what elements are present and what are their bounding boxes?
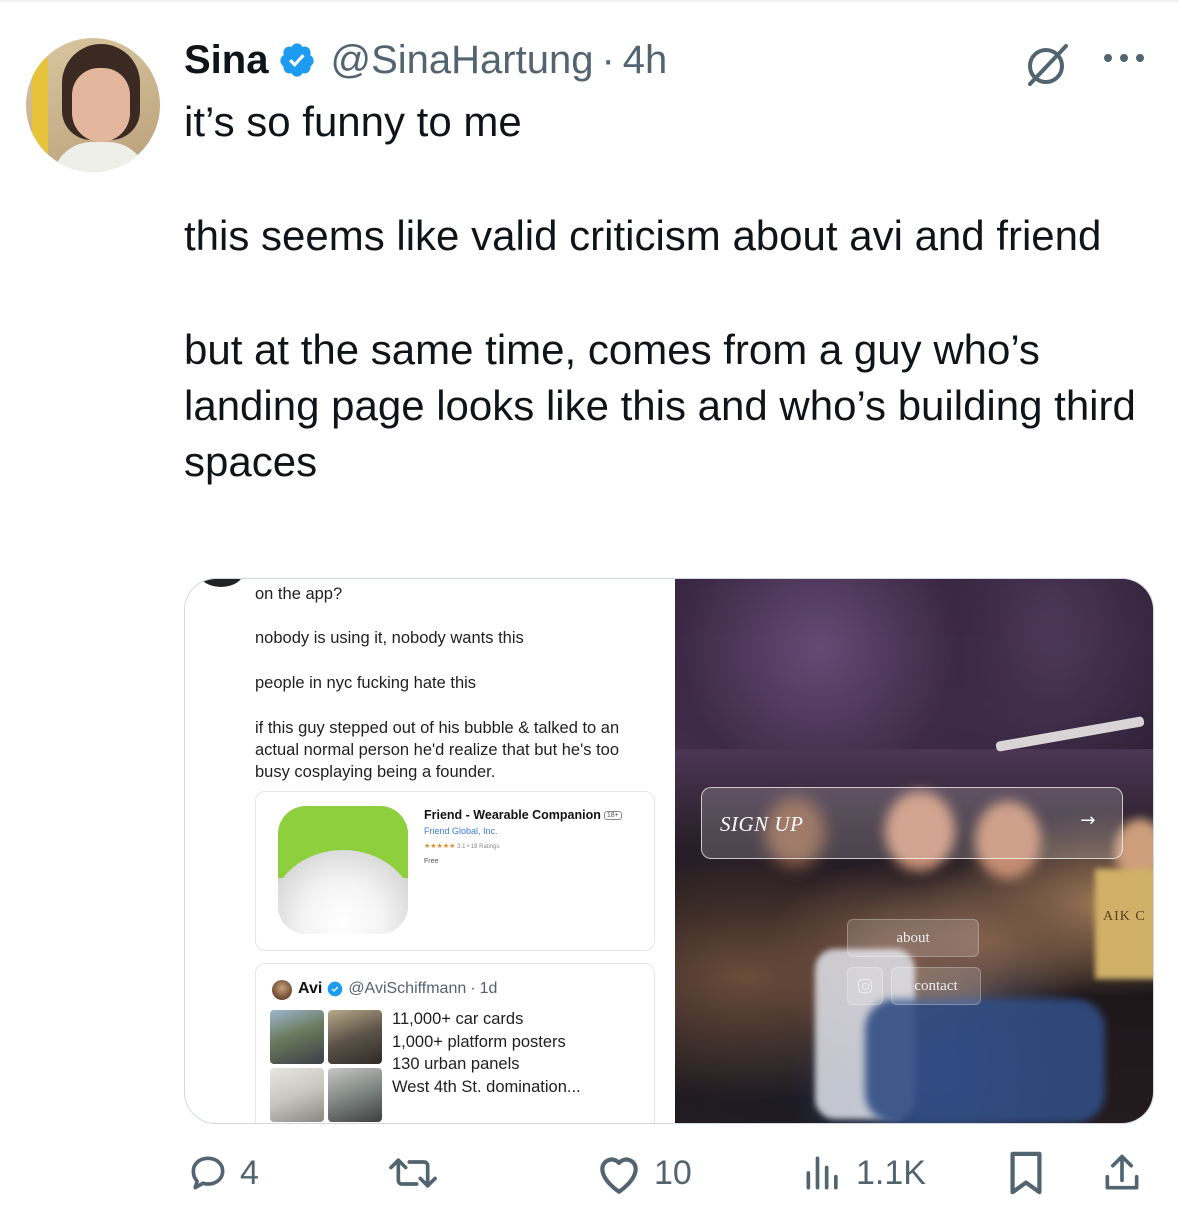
share-action[interactable] bbox=[1100, 1148, 1144, 1198]
age-badge: 18+ bbox=[603, 811, 622, 821]
quoted-thumb bbox=[270, 1010, 324, 1064]
quoted-separator: · bbox=[470, 980, 476, 997]
tweet-media[interactable]: on the app? nobody is using it, nobody w… bbox=[184, 578, 1154, 1124]
screenshot-line-1: on the app? bbox=[255, 585, 343, 603]
avatar-background-stripe bbox=[32, 58, 48, 168]
about-button[interactable]: about bbox=[847, 919, 979, 957]
app-store-card: Friend - Wearable Companion 18+ Friend Gl… bbox=[255, 791, 655, 951]
avatar-face bbox=[72, 68, 130, 142]
app-developer: Friend Global, Inc. bbox=[424, 826, 498, 836]
tweet-line-1: it’s so funny to me bbox=[184, 98, 522, 145]
tweet-header: Sina @SinaHartung · 4h bbox=[184, 36, 667, 84]
photo-jeans bbox=[865, 999, 1105, 1123]
bookmark-icon bbox=[1010, 1151, 1042, 1195]
app-title: Friend - Wearable Companion 18+ bbox=[424, 808, 622, 822]
author-handle[interactable]: @SinaHartung bbox=[330, 38, 593, 83]
views-icon bbox=[806, 1156, 838, 1190]
views-count: 1.1K bbox=[856, 1153, 926, 1192]
cropped-avatar bbox=[199, 579, 243, 587]
header-separator: · bbox=[601, 37, 615, 82]
reply-action[interactable]: 4 bbox=[186, 1148, 259, 1198]
bookmark-action[interactable] bbox=[1006, 1148, 1046, 1198]
signup-label: SIGN UP bbox=[720, 812, 804, 836]
instagram-icon[interactable] bbox=[847, 967, 883, 1005]
shirt-print-text: AIK C bbox=[1103, 909, 1146, 924]
quoted-verified-icon bbox=[327, 981, 343, 997]
app-price: Free bbox=[424, 858, 439, 865]
author-avatar[interactable] bbox=[26, 38, 160, 172]
arrow-right-icon: → bbox=[1080, 810, 1096, 831]
retweet-action[interactable] bbox=[386, 1148, 450, 1198]
quoted-time: 1d bbox=[479, 980, 498, 997]
star-rating-icon: ★★★★★ bbox=[424, 843, 456, 850]
tweet-line-2: this seems like valid criticism about av… bbox=[184, 212, 1102, 259]
quoted-media-grid bbox=[270, 1010, 382, 1122]
screenshot-line-2: nobody is using it, nobody wants this bbox=[255, 629, 524, 647]
top-divider bbox=[0, 0, 1179, 2]
grok-icon[interactable] bbox=[1022, 40, 1072, 90]
quoted-handle: @AviSchiffmann bbox=[348, 980, 467, 997]
quoted-tweet-card: Avi @AviSchiffmann · 1d 11,000+ car card… bbox=[255, 963, 655, 1123]
screenshot-line-3: people in nyc fucking hate this bbox=[255, 674, 477, 692]
quoted-avatar bbox=[272, 980, 292, 1000]
quoted-thumb bbox=[328, 1010, 382, 1064]
friend-app-icon bbox=[278, 806, 408, 934]
author-name[interactable]: Sina bbox=[184, 38, 268, 83]
quoted-name: Avi bbox=[298, 980, 323, 997]
heart-icon bbox=[600, 1157, 638, 1194]
screenshot-line-4: if this guy stepped out of his bubble & … bbox=[255, 719, 620, 781]
tweet-timestamp[interactable]: 4h bbox=[623, 38, 668, 83]
photo-ceiling bbox=[675, 579, 1153, 749]
signup-button[interactable]: SIGN UP → bbox=[701, 787, 1123, 859]
share-icon bbox=[1105, 1154, 1139, 1190]
verified-badge-icon bbox=[280, 43, 315, 77]
contact-button[interactable]: contact bbox=[891, 967, 981, 1005]
quoted-header: Avi @AviSchiffmann · 1d bbox=[298, 980, 497, 998]
reply-icon bbox=[191, 1156, 225, 1190]
quoted-text: 11,000+ car cards 1,000+ platform poster… bbox=[392, 1010, 581, 1096]
avatar-shirt bbox=[52, 142, 148, 172]
app-rating: ★★★★★ 3.1 • 18 Ratings bbox=[424, 843, 500, 850]
reply-count: 4 bbox=[240, 1153, 259, 1192]
media-screenshot-left[interactable]: on the app? nobody is using it, nobody w… bbox=[185, 579, 675, 1123]
more-icon[interactable] bbox=[1100, 48, 1148, 68]
quoted-thumb bbox=[270, 1068, 324, 1122]
tweet-text: it’s so funny to me this seems like vali… bbox=[184, 94, 1144, 490]
retweet-icon bbox=[389, 1158, 437, 1188]
media-landing-page-photo[interactable]: AIK C SIGN UP → about contact bbox=[675, 579, 1153, 1123]
views-action[interactable]: 1.1K bbox=[800, 1148, 926, 1198]
tweet-line-3: but at the same time, comes from a guy w… bbox=[184, 326, 1136, 485]
quoted-thumb bbox=[328, 1068, 382, 1122]
like-count: 10 bbox=[654, 1153, 692, 1192]
like-action[interactable]: 10 bbox=[594, 1148, 692, 1198]
